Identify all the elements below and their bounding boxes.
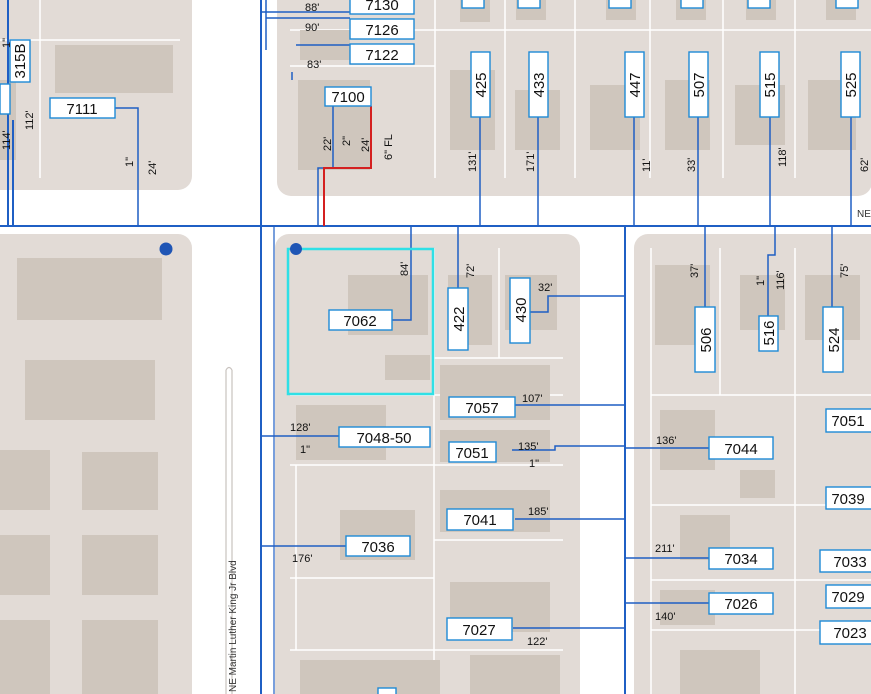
address-label: 7041 — [463, 512, 496, 529]
dimension-label: 84' — [399, 262, 411, 276]
address-label: 7036 — [361, 539, 394, 556]
dimension-label: 114' — [1, 130, 13, 150]
dimension-label: 24' — [360, 138, 372, 152]
building — [17, 258, 162, 320]
dimension-label: 122' — [527, 636, 547, 648]
address-label: 7122 — [365, 47, 398, 64]
dimension-label: 22' — [322, 137, 334, 151]
street-name-ne: NE — [857, 209, 871, 220]
building — [25, 360, 155, 420]
dimension-label: 1" — [529, 458, 539, 470]
dimension-label: 6" FL — [383, 134, 395, 160]
dimension-label: 33' — [686, 158, 698, 172]
street-name-mlk: NE Martin Luther King Jr Blvd — [228, 560, 239, 692]
address-label: 447 — [627, 72, 644, 97]
dimension-label: 24' — [147, 161, 159, 175]
dimension-label: 211' — [655, 543, 675, 555]
building — [680, 650, 760, 694]
address-label: 7062 — [343, 313, 376, 330]
dimension-label: 1" — [124, 157, 136, 167]
address-label: 7033 — [833, 554, 866, 571]
dimension-label: 75' — [839, 264, 851, 278]
valve-icon[interactable] — [159, 242, 173, 256]
dimension-label: 112' — [24, 110, 36, 130]
address-label: 7111 — [66, 101, 97, 118]
address-label: 425 — [473, 72, 490, 97]
address-label: 430 — [513, 297, 530, 322]
address-label: 315B — [12, 43, 29, 78]
dimension-label: 2" — [341, 136, 353, 146]
address-label: 7126 — [365, 22, 398, 39]
dimension-label: 88' — [305, 2, 319, 14]
address-label: 7029 — [831, 589, 864, 606]
building — [82, 535, 158, 595]
address-label: 506 — [698, 327, 715, 352]
building — [55, 45, 173, 93]
dimension-label: 1" — [755, 276, 767, 286]
address-label: 7051 — [831, 413, 864, 430]
address-label: 516 — [761, 320, 778, 345]
address-label: 7039 — [831, 491, 864, 508]
address-label: 525 — [843, 72, 860, 97]
utility-map: 7130 7126 7122 7100 7111 315B 425 433 44… — [0, 0, 871, 694]
building — [300, 660, 440, 694]
building — [470, 655, 560, 694]
address-label: 7023 — [833, 625, 866, 642]
dimension-label: 140' — [655, 611, 675, 623]
address-label: 7051 — [455, 445, 488, 462]
address-label: 7044 — [724, 441, 757, 458]
dimension-label: 11' — [641, 158, 653, 172]
dimension-label: 107' — [522, 393, 542, 405]
dimension-label: 118' — [777, 147, 789, 167]
block-top-left — [0, 0, 192, 190]
address-label: 7026 — [724, 596, 757, 613]
building — [0, 450, 50, 510]
dimension-label: 62' — [859, 158, 871, 172]
address-label: 524 — [826, 327, 843, 352]
address-label: 422 — [451, 306, 468, 331]
dimension-label: 135' — [518, 441, 538, 453]
dimension-label: 136' — [656, 435, 676, 447]
building — [740, 470, 775, 498]
address-label: 7048-50 — [356, 430, 411, 447]
dimension-label: 72' — [465, 264, 477, 278]
building — [0, 620, 50, 694]
dimension-label: 90' — [305, 22, 319, 34]
building — [385, 355, 430, 380]
address-label: 507 — [691, 72, 708, 97]
dimension-label: 1" — [1, 38, 13, 48]
address-label: 433 — [531, 72, 548, 97]
valve-icon[interactable] — [290, 243, 302, 255]
dimension-label: 83' — [307, 59, 321, 71]
dimension-label: 37' — [689, 264, 701, 278]
address-label: 515 — [762, 72, 779, 97]
dimension-label: 171' — [525, 152, 537, 172]
dimension-label: 185' — [528, 506, 548, 518]
dimension-label: 131' — [467, 152, 479, 172]
address-label: 7130 — [365, 0, 398, 14]
dimension-label: 116' — [775, 270, 787, 290]
building — [82, 620, 158, 694]
building — [82, 452, 158, 510]
address-label: 7057 — [465, 400, 498, 417]
dimension-label: 128' — [290, 422, 310, 434]
building — [0, 535, 50, 595]
address-label: 7027 — [462, 622, 495, 639]
dimension-label: 1" — [300, 444, 310, 456]
dimension-label: 176' — [292, 553, 312, 565]
dimension-label: 32' — [538, 282, 552, 294]
address-label: 7100 — [331, 89, 364, 106]
address-label: 7034 — [724, 551, 757, 568]
